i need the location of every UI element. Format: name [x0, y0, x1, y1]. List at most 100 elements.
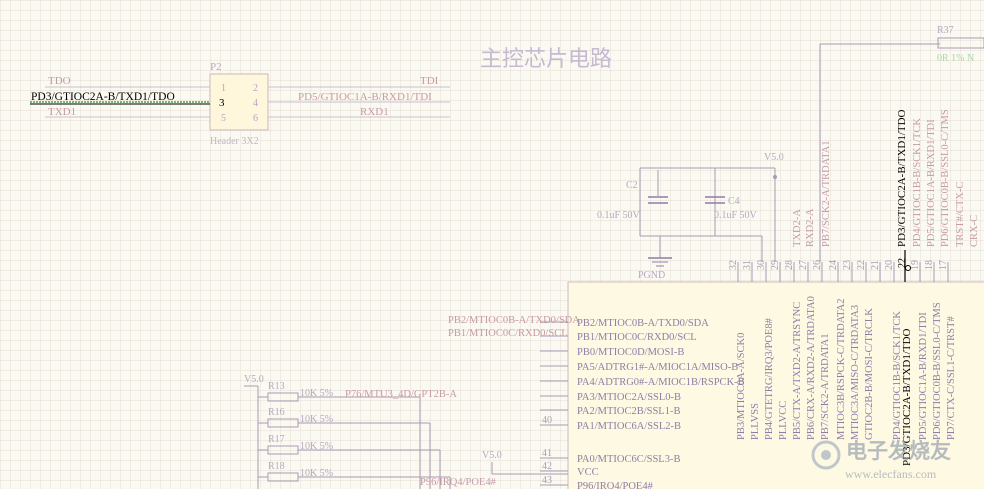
top-pin-number: 32: [728, 260, 739, 270]
net-label-p76: P76/MTU3_4D/GPT2B-A: [345, 389, 457, 400]
c4-ref: C4: [728, 196, 740, 207]
left-pin-number: 43: [542, 475, 552, 486]
v50-bottom-label: V5.0: [482, 450, 502, 461]
watermark-url: www.elecfans.com: [845, 467, 937, 481]
chip-top-pin-name: PB6/CRX-A/RXD2-A/TRDATA0: [806, 296, 817, 440]
resistor-value: 10K 5%: [300, 388, 333, 399]
cap-c2[interactable]: [648, 170, 668, 204]
chip-top-pin-name: GTIOC2B-B/MOSI-C/TRCLK: [864, 308, 875, 440]
resistor-ref: R17: [268, 434, 285, 445]
watermark-title: 电子发烧友: [846, 439, 951, 463]
net-label-pb1: PB1/MTIOC0C/RXD0/SCL: [448, 328, 568, 339]
net-label-pb2: PB2/MTIOC0B-A/TXD0/SDA: [448, 315, 580, 326]
chip-top-pin-name: PLLVCC: [778, 401, 789, 440]
connector-ref: P2: [210, 61, 222, 73]
top-pin-number: 31: [742, 260, 753, 270]
left-pin-name: PB2/MTIOC0B-A/TXD0/SDA: [577, 318, 709, 329]
left-pin-name: PA1/MTIOC6A/SSL2-B: [577, 421, 681, 432]
top-pin-number: 23: [842, 260, 853, 270]
left-pin-number: 41: [542, 448, 552, 459]
left-pin-name: P96/IRQ4/POE4#: [577, 481, 654, 489]
resistor-r37[interactable]: [937, 37, 984, 49]
r37-value: 0R 1% N: [937, 53, 974, 64]
top-label-rxd2: RXD2-A: [805, 208, 816, 247]
chip-top-pin-name: MTIOC3B/RSPCK-C/TRDATA2: [836, 298, 847, 440]
resistor-body[interactable]: [267, 445, 299, 455]
net-label-pd3-tdo[interactable]: PD3/GTIOC2A-B/TXD1/TDO: [31, 91, 175, 103]
left-pin-name: VCC: [577, 467, 599, 478]
top-label-pb7: PB7/SCK2-A/TRDATA1: [821, 140, 832, 247]
c4-value: 0.1uF 50V: [714, 210, 758, 221]
left-pin-name: PA3/MTIOC2A/SSL0-B: [577, 392, 681, 403]
v50-cap-label: V5.0: [764, 152, 784, 163]
connector-pin-3: 3: [219, 97, 225, 109]
top-pin-number: 26: [812, 260, 823, 270]
net-label-tdo: TDO: [48, 75, 71, 87]
top-pin-number: 19: [910, 260, 921, 270]
c2-ref: C2: [626, 180, 638, 191]
top-label-trst: TRST#/CTX-C: [955, 182, 966, 247]
chip-top-pin-name: PB7/SCK2-A/TRDATA1: [820, 333, 831, 440]
top-pin-number: 17: [938, 260, 949, 270]
resistor-body[interactable]: [267, 472, 299, 482]
top-label-pd6: PD6/GTIOC0B-B/SSL0-C/TMS: [940, 109, 951, 247]
top-pin-number: 28: [784, 260, 795, 270]
top-label-pd4: PD4/GTIOC1B-B/SCK1/TCK: [912, 118, 923, 247]
resistor-body[interactable]: [267, 418, 299, 428]
c2-value: 0.1uF 50V: [597, 210, 641, 221]
left-pin-name: PB0/MTIOC0D/MOSI-B: [577, 347, 684, 358]
ground-icon: [648, 257, 672, 267]
left-pin-name: PB1/MTIOC0C/RXD0/SCL: [577, 332, 697, 343]
left-pin-number: 40: [542, 415, 552, 426]
left-pin-name: PA2/MTIOC2B/SSL1-B: [577, 406, 680, 417]
top-pin-numbers: 32 31 30 29 28 27 26 24 23 22 21 20 19 18 17: [728, 260, 949, 270]
left-pin-name: PA0/MTIOC6C/SSL3-B: [577, 454, 680, 465]
left-pin-number: 42: [542, 461, 552, 472]
left-pin-name: PA5/ADTRG1#-A/MIOC1A/MISO-B: [577, 362, 738, 373]
chip-top-pin-name: PD5/GTIOC1A-B/RXD1/TDI: [918, 312, 929, 440]
top-label-pd3-tdo[interactable]: PD3/GTIOC2A-B/TXD1/TDO: [896, 109, 908, 247]
connector-pin-6: 6: [253, 113, 258, 124]
connector-pin-5: 5: [221, 113, 226, 124]
resistor-body[interactable]: [267, 392, 299, 402]
resistor-value: 10K 5%: [300, 414, 333, 425]
chip-top-pin-name: PD7/CTX-C/SSL1-C/TRST#: [946, 316, 957, 440]
resistor-value: 10K 5%: [300, 468, 333, 479]
r37-ref: R37: [937, 25, 954, 36]
top-pin-number: 18: [924, 260, 935, 270]
v50-res-label: V5.0: [244, 374, 264, 385]
resistor-ref: R13: [268, 381, 285, 392]
chip-top-pin-name: PB5/CTX-A/TXD2-A/TRSYNC: [792, 302, 803, 440]
top-pin-number: 30: [756, 260, 767, 270]
net-label-tdi: TDI: [420, 75, 439, 87]
chip-top-pin-name: PD6/GTIOC0B-B/SSL0-C/TMS: [932, 302, 943, 440]
resistor-ref: R16: [268, 407, 285, 418]
net-label-pd5-tdi: PD5/GTIOC1A-B/RXD1/TDI: [298, 91, 432, 103]
top-pin-number: 24: [828, 260, 839, 270]
net-label-p96: P96/IRQ4/POE4#: [420, 477, 497, 488]
net-label-txd1: TXD1: [48, 106, 76, 118]
connector-pin-4: 4: [253, 98, 258, 109]
schematic-canvas[interactable]: 主控芯片电路 P2 1 3 5 2 4 6 Header 3X2 TDO PD3…: [0, 0, 984, 489]
top-label-crx: CRX-C: [969, 215, 980, 247]
net-label-rxd1: RXD1: [360, 106, 389, 118]
resistor-ref: R18: [268, 461, 285, 472]
chip-top-pin-name: MTIOC3A/MISO-C/TRDATA3: [850, 305, 861, 440]
chip-top-pin-name: PB4/GTETRG/IRQ3/POE8#: [764, 317, 775, 440]
left-pin-name: PA4/ADTRG0#-A/MIOC1B/RSPCK-B: [577, 377, 745, 388]
connector-pin-1: 1: [221, 83, 226, 94]
top-pin-number: 29: [770, 260, 781, 270]
top-pin-number: 22: [856, 260, 867, 270]
top-pin-number: 27: [798, 260, 809, 270]
pin-22-number: 22: [897, 258, 908, 268]
top-pin-number: 20: [884, 260, 895, 270]
connector-part: Header 3X2: [210, 136, 259, 147]
top-pin-number: 21: [870, 260, 881, 270]
chip-top-pin-name: PLLVSS: [750, 403, 761, 440]
pgnd-label: PGND: [638, 270, 665, 281]
connector-pin-2: 2: [253, 83, 258, 94]
schematic-title: 主控芯片电路: [480, 46, 612, 71]
top-label-pd5: PD5/GTIOC1A-B/RXD1/TDI: [926, 119, 937, 247]
top-label-txd2: TXD2-A: [792, 209, 803, 247]
connector-p2[interactable]: P2 1 3 5 2 4 6 Header 3X2: [209, 61, 269, 147]
